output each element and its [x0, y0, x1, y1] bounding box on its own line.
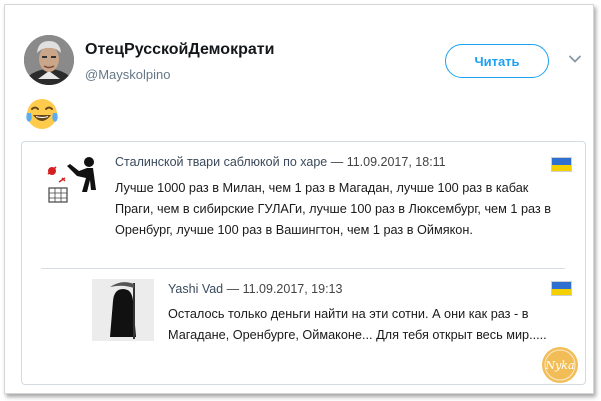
reply-date: — 11.09.2017, 19:13 [226, 282, 343, 296]
ukraine-flag-icon [551, 157, 572, 172]
commenter-name[interactable]: Сталинской твари саблюкой по харе [115, 155, 327, 169]
comment-thread: Сталинской твари саблюкой по харе — 11.0… [21, 141, 586, 385]
reply-avatar[interactable] [92, 279, 154, 341]
reply-header: Yashi Vad — 11.09.2017, 19:13 [168, 282, 342, 296]
crying-laughing-emoji-icon [26, 99, 58, 129]
comment-date: — 11.09.2017, 18:11 [330, 155, 446, 169]
watermark-logo: Nyka [542, 347, 578, 383]
author-name[interactable]: ОтецРусскойДемократи [85, 41, 274, 59]
author-handle[interactable]: @Mayskolpino [85, 67, 170, 82]
replier-name[interactable]: Yashi Vad [168, 282, 223, 296]
reply-text: Осталось только деньги найти на эти сотн… [168, 307, 547, 342]
follow-button[interactable]: Читать [445, 44, 549, 78]
chevron-down-icon[interactable] [568, 52, 582, 66]
avatar-image [24, 35, 74, 85]
commenter-avatar[interactable] [41, 152, 103, 214]
avatar[interactable] [24, 35, 74, 85]
ukraine-flag-icon [551, 281, 572, 296]
comment-text: Лучше 1000 раз в Милан, чем 1 раз в Мага… [115, 181, 551, 237]
tweet-card: ОтецРусскойДемократи @Mayskolpino Читать… [4, 4, 594, 394]
svg-text:Nyka: Nyka [544, 359, 574, 372]
comment-header: Сталинской твари саблюкой по харе — 11.0… [115, 155, 446, 169]
divider [41, 268, 565, 269]
